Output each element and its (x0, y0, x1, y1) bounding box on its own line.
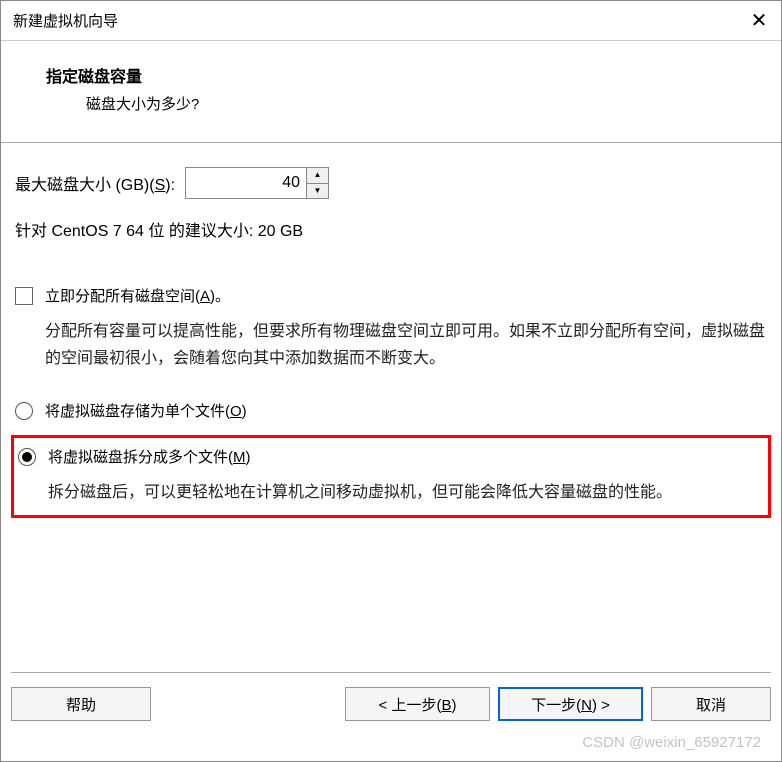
cancel-button[interactable]: 取消 (651, 687, 771, 721)
store-single-file-radio-row[interactable]: 将虚拟磁盘存储为单个文件(O) (15, 400, 767, 421)
disk-size-spinner: ▲ ▼ (185, 167, 329, 199)
split-file-highlight: 将虚拟磁盘拆分成多个文件(M) 拆分磁盘后，可以更轻松地在计算机之间移动虚拟机，… (11, 435, 771, 517)
close-icon[interactable]: ✕ (747, 11, 771, 31)
disk-size-label: 最大磁盘大小 (GB)(S): (15, 171, 175, 195)
split-file-radio-row[interactable]: 将虚拟磁盘拆分成多个文件(M) (18, 446, 762, 467)
wizard-header: 指定磁盘容量 磁盘大小为多少? (1, 41, 781, 143)
button-bar: 帮助 < 上一步(B) 下一步(N) > 取消 (11, 672, 771, 721)
window-title: 新建虚拟机向导 (13, 10, 118, 31)
split-file-label: 将虚拟磁盘拆分成多个文件(M) (48, 446, 251, 467)
help-button[interactable]: 帮助 (11, 687, 151, 721)
disk-size-row: 最大磁盘大小 (GB)(S): ▲ ▼ (15, 167, 767, 199)
spinner-buttons: ▲ ▼ (306, 168, 328, 198)
split-file-radio[interactable] (18, 448, 36, 466)
page-title: 指定磁盘容量 (46, 63, 751, 87)
allocate-now-label: 立即分配所有磁盘空间(A)。 (45, 285, 230, 306)
titlebar: 新建虚拟机向导 ✕ (1, 1, 781, 41)
spinner-down-icon[interactable]: ▼ (307, 184, 328, 199)
back-button[interactable]: < 上一步(B) (345, 687, 490, 721)
page-subtitle: 磁盘大小为多少? (86, 93, 751, 114)
store-single-file-radio[interactable] (15, 402, 33, 420)
disk-size-input[interactable] (186, 168, 306, 198)
watermark: CSDN @weixin_65927172 (582, 734, 761, 751)
spinner-up-icon[interactable]: ▲ (307, 168, 328, 184)
recommended-size-label: 针对 CentOS 7 64 位 的建议大小: 20 GB (15, 217, 767, 241)
split-file-info: 拆分磁盘后，可以更轻松地在计算机之间移动虚拟机，但可能会降低大容量磁盘的性能。 (48, 479, 762, 506)
allocate-now-checkbox[interactable] (15, 287, 33, 305)
next-button[interactable]: 下一步(N) > (498, 687, 643, 721)
allocate-now-info: 分配所有容量可以提高性能，但要求所有物理磁盘空间立即可用。如果不立即分配所有空间… (45, 318, 767, 372)
store-single-file-label: 将虚拟磁盘存储为单个文件(O) (45, 400, 247, 421)
allocate-now-checkbox-row[interactable]: 立即分配所有磁盘空间(A)。 (15, 285, 767, 306)
content-area: 最大磁盘大小 (GB)(S): ▲ ▼ 针对 CentOS 7 64 位 的建议… (1, 143, 781, 518)
